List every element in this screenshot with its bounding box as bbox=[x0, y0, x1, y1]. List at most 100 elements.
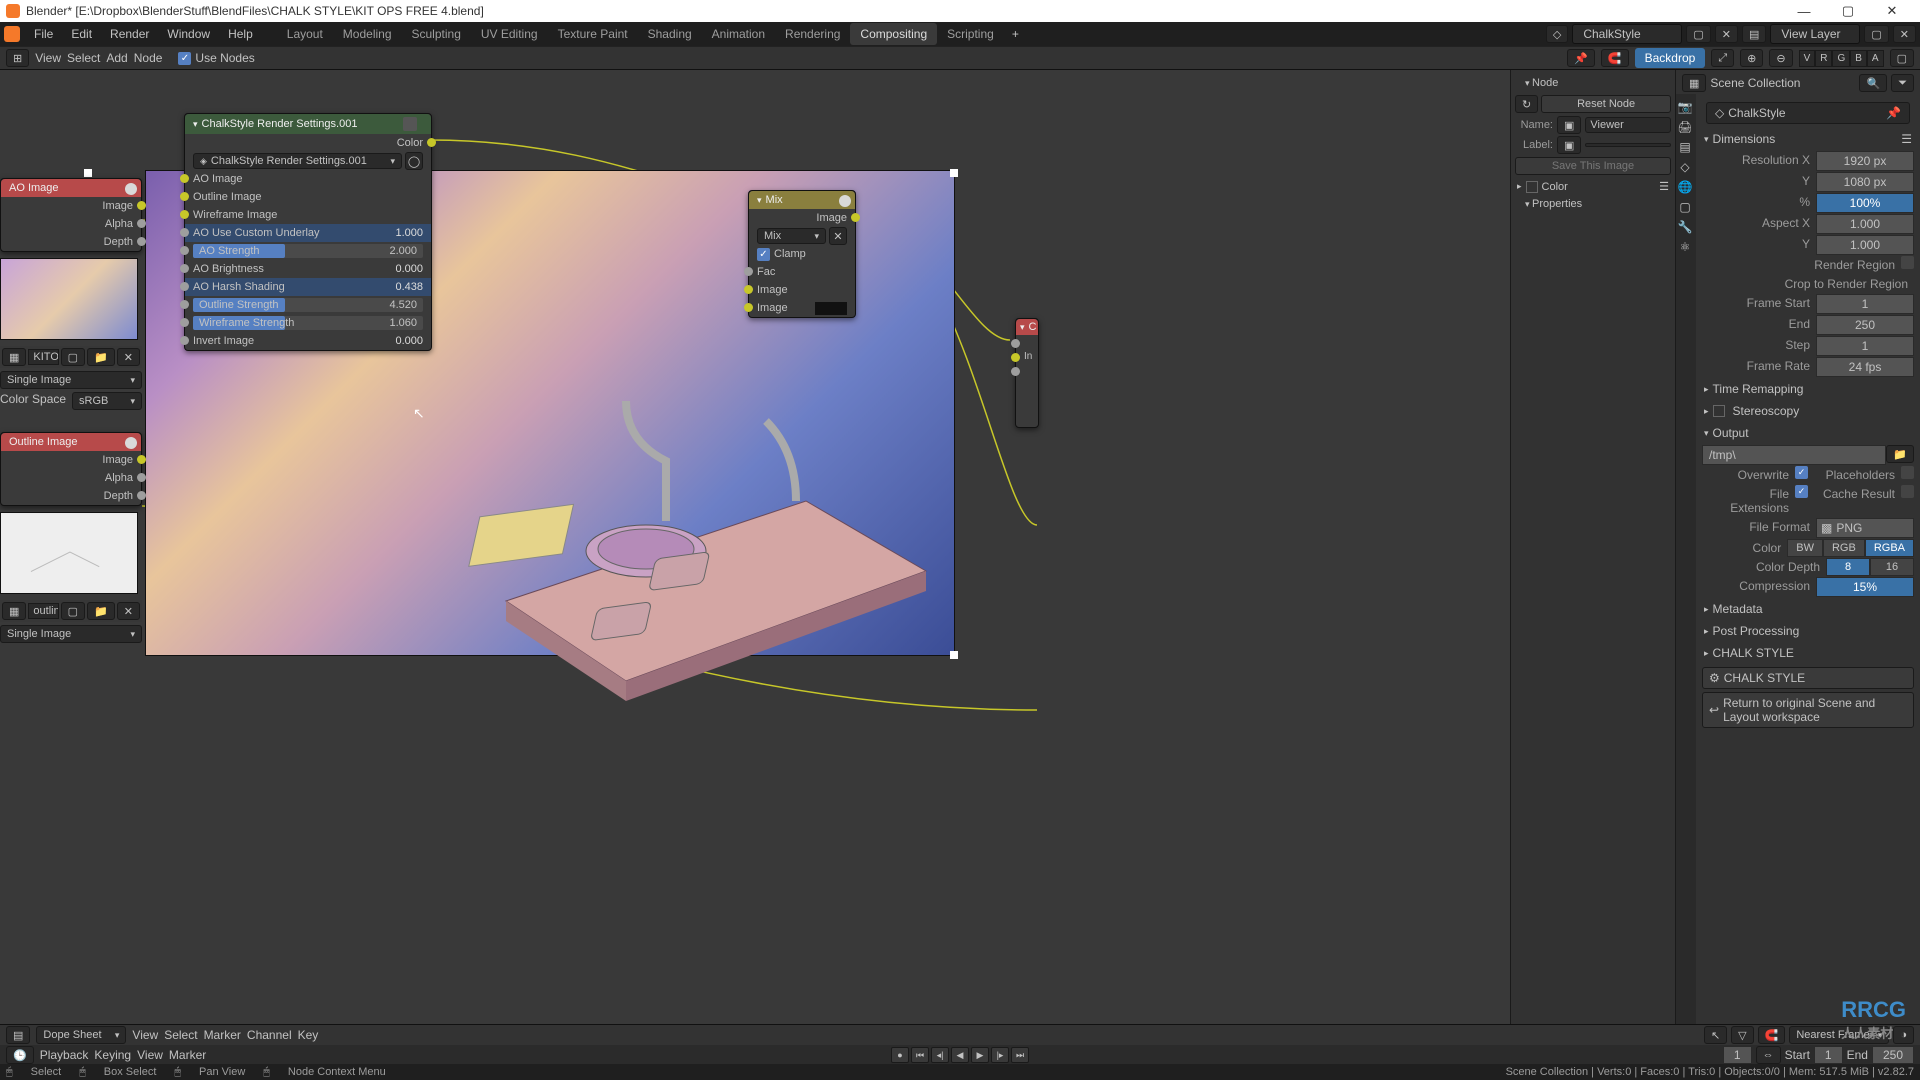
node-header[interactable]: ▾ ChalkStyle Render Settings.001 bbox=[185, 114, 431, 134]
new-icon[interactable]: ▢ bbox=[61, 348, 85, 366]
label-input[interactable] bbox=[1585, 143, 1671, 147]
menu-icon[interactable]: ☰ bbox=[1659, 180, 1669, 193]
section-postproc[interactable]: ▸Post Processing bbox=[1702, 620, 1914, 642]
chalk-style-button[interactable]: ⚙CHALK STYLE bbox=[1702, 667, 1914, 689]
node-mix[interactable]: ▾ Mix Image Mix▾ ✕ ✓Clamp Fac Image Imag… bbox=[748, 190, 856, 318]
checkbox[interactable]: ✓ bbox=[1795, 466, 1808, 479]
header-properties[interactable]: Properties bbox=[1515, 195, 1671, 213]
node-input-row[interactable]: AO Image bbox=[185, 170, 431, 188]
menu-channel[interactable]: Channel bbox=[247, 1028, 292, 1042]
viewlayer-tab-icon[interactable]: ▤ bbox=[1676, 138, 1694, 156]
rgb-button[interactable]: RGB bbox=[1823, 539, 1865, 557]
unlink-icon[interactable]: ◯ bbox=[405, 152, 423, 170]
render-tab-icon[interactable]: 📷 bbox=[1676, 98, 1694, 116]
section-output[interactable]: ▾Output bbox=[1702, 422, 1914, 444]
aspect-y[interactable]: 1.000 bbox=[1816, 235, 1914, 255]
header-node[interactable]: Node bbox=[1515, 74, 1671, 92]
node-input-row[interactable]: Wireframe Strength1.060 bbox=[185, 314, 431, 332]
play-icon[interactable]: ▶ bbox=[971, 1047, 989, 1063]
menu-marker[interactable]: Marker bbox=[204, 1028, 241, 1042]
image-type[interactable]: Single Image▾ bbox=[0, 371, 142, 389]
world-tab-icon[interactable]: 🌐 bbox=[1676, 178, 1694, 196]
node-header[interactable]: ▾C bbox=[1016, 319, 1038, 335]
node-output[interactable]: ▾C In bbox=[1015, 318, 1039, 428]
preview-icon[interactable] bbox=[125, 183, 137, 195]
section-metadata[interactable]: ▸Metadata bbox=[1702, 598, 1914, 620]
filter-icon[interactable]: ⏷ bbox=[1891, 74, 1914, 92]
node-ao-image[interactable]: AO Image Image Alpha Depth bbox=[0, 178, 142, 252]
frame-step[interactable]: 1 bbox=[1816, 336, 1914, 356]
image-icon[interactable]: ▦ bbox=[2, 348, 26, 366]
collapse-icon[interactable]: ▾ bbox=[193, 119, 198, 130]
current-frame[interactable]: 1 bbox=[1723, 1046, 1752, 1064]
node-header[interactable]: AO Image bbox=[1, 179, 141, 197]
pin-icon[interactable]: 📌 bbox=[1886, 106, 1901, 120]
viewlayer-icon[interactable]: ▤ bbox=[1742, 25, 1766, 43]
viewlayer-new[interactable]: ▢ bbox=[1864, 25, 1888, 43]
refresh-icon[interactable]: ↻ bbox=[1515, 95, 1538, 113]
pin-icon[interactable]: 📌 bbox=[1567, 49, 1595, 67]
use-nodes-toggle[interactable]: ✓ Use Nodes bbox=[178, 51, 254, 65]
menu-marker[interactable]: Marker bbox=[169, 1048, 206, 1062]
depth-16[interactable]: 16 bbox=[1870, 558, 1914, 576]
mode-a[interactable]: A bbox=[1867, 50, 1884, 67]
node-outline-image[interactable]: Outline Image Image Alpha Depth bbox=[0, 432, 142, 506]
mode-v[interactable]: V bbox=[1799, 50, 1816, 67]
frame-start[interactable]: 1 bbox=[1814, 1046, 1843, 1064]
node-input-row[interactable]: Invert Image0.000 bbox=[185, 332, 431, 350]
range-icon[interactable]: ⇔ bbox=[1756, 1046, 1781, 1064]
record-icon[interactable]: ● bbox=[891, 1047, 909, 1063]
menu-file[interactable]: File bbox=[26, 24, 61, 44]
mode-b[interactable]: B bbox=[1850, 50, 1867, 67]
aspect-x[interactable]: 1.000 bbox=[1816, 214, 1914, 234]
search-icon[interactable]: 🔍 bbox=[1859, 74, 1887, 92]
checkbox[interactable] bbox=[1901, 256, 1914, 269]
window-close[interactable]: ✕ bbox=[1870, 3, 1914, 19]
snap-icon[interactable]: 🧲 bbox=[1601, 49, 1629, 67]
section-dimensions[interactable]: ▾Dimensions☰ bbox=[1702, 128, 1914, 150]
editor-type-icon[interactable]: ▤ bbox=[6, 1026, 30, 1044]
section-time-remap[interactable]: ▸Time Remapping bbox=[1702, 378, 1914, 400]
window-minimize[interactable]: — bbox=[1782, 4, 1826, 19]
frame-end[interactable]: 250 bbox=[1872, 1046, 1914, 1064]
preview-icon[interactable] bbox=[125, 437, 137, 449]
scene-icon[interactable]: ◇ bbox=[1546, 25, 1568, 43]
jump-end-icon[interactable]: ⏭ bbox=[1011, 1047, 1029, 1063]
menu-edit[interactable]: Edit bbox=[63, 24, 100, 44]
menu-key[interactable]: Key bbox=[298, 1028, 319, 1042]
depth-8[interactable]: 8 bbox=[1826, 558, 1870, 576]
viewlayer-picker[interactable]: View Layer bbox=[1770, 24, 1860, 44]
node-header[interactable]: Outline Image bbox=[1, 433, 141, 451]
open-icon[interactable]: 📁 bbox=[87, 602, 115, 620]
viewlayer-delete[interactable]: ✕ bbox=[1893, 25, 1916, 43]
physics-tab-icon[interactable]: ⚛ bbox=[1676, 238, 1694, 256]
node-input-row[interactable]: Wireframe Image bbox=[185, 206, 431, 224]
menu-render[interactable]: Render bbox=[102, 24, 157, 44]
scene-collection[interactable]: Scene Collection bbox=[1710, 76, 1800, 90]
node-chalkstyle-settings[interactable]: ▾ ChalkStyle Render Settings.001 Color ◈… bbox=[184, 113, 432, 351]
image-icon[interactable]: ▦ bbox=[2, 602, 26, 620]
pinned-scene[interactable]: ◇ChalkStyle 📌 bbox=[1706, 102, 1910, 124]
window-maximize[interactable]: ▢ bbox=[1826, 3, 1870, 19]
tab-animation[interactable]: Animation bbox=[702, 23, 775, 45]
tab-texture[interactable]: Texture Paint bbox=[548, 23, 638, 45]
unlink-icon[interactable]: ✕ bbox=[117, 602, 140, 620]
save-image-button[interactable]: Save This Image bbox=[1515, 157, 1671, 175]
zoom-in-icon[interactable]: ⊕ bbox=[1740, 49, 1763, 67]
name-input[interactable]: Viewer bbox=[1585, 117, 1671, 133]
node-input-row[interactable]: AO Use Custom Underlay1.000 bbox=[185, 224, 431, 242]
menu-view[interactable]: View bbox=[132, 1028, 158, 1042]
editor-type-icon[interactable]: 🕒 bbox=[6, 1046, 34, 1064]
res-pct[interactable]: 100% bbox=[1816, 193, 1914, 213]
menu-node[interactable]: Node bbox=[134, 51, 163, 65]
frame-end[interactable]: 250 bbox=[1816, 315, 1914, 335]
tool-tab-icon[interactable]: 🔧 bbox=[1676, 218, 1694, 236]
jump-start-icon[interactable]: ⏮ bbox=[911, 1047, 929, 1063]
scene-delete[interactable]: ✕ bbox=[1715, 25, 1738, 43]
tab-rendering[interactable]: Rendering bbox=[775, 23, 850, 45]
menu-select[interactable]: Select bbox=[164, 1028, 197, 1042]
output-tab-icon[interactable]: 🖨 bbox=[1676, 118, 1694, 136]
open-icon[interactable]: 📁 bbox=[87, 348, 115, 366]
frame-rate[interactable]: 24 fps bbox=[1816, 357, 1914, 377]
preview-icon[interactable] bbox=[839, 195, 851, 207]
